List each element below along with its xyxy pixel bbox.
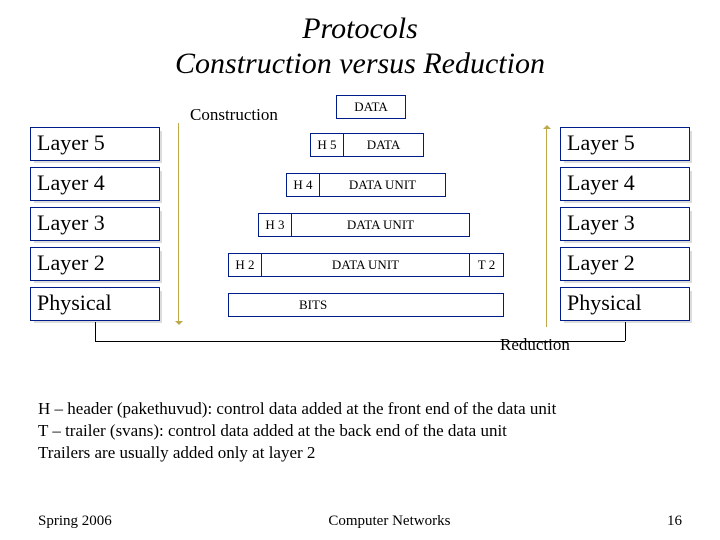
- pdu-h3: H 3: [258, 213, 292, 237]
- title-line2: Construction versus Reduction: [175, 47, 545, 80]
- footer-right: 16: [667, 513, 682, 530]
- left-layer-4: Layer 4: [30, 167, 160, 201]
- slide-footer: Spring 2006 Computer Networks 16: [0, 513, 720, 530]
- pdu-layer5: H 5 DATA: [310, 133, 424, 157]
- pdu-layer2: H 2 DATA UNIT T 2: [228, 253, 504, 277]
- notes-block: H – header (pakethuvud): control data ad…: [38, 398, 682, 463]
- pdu-data: DATA: [336, 95, 406, 119]
- right-layer-physical: Physical: [560, 287, 690, 321]
- pdu-physical: BITS: [228, 293, 504, 317]
- pdu-layer4: H 4 DATA UNIT: [286, 173, 446, 197]
- reduction-label: Reduction: [500, 335, 570, 355]
- left-layer-2: Layer 2: [30, 247, 160, 281]
- pdu-l2-body: DATA UNIT: [262, 253, 470, 277]
- left-layer-3: Layer 3: [30, 207, 160, 241]
- slide-title: Protocols Construction versus Reduction: [0, 0, 720, 81]
- pdu-h4: H 4: [286, 173, 320, 197]
- construction-label: Construction: [190, 105, 278, 125]
- encapsulation-diagram: Construction Layer 5 Layer 4 Layer 3 Lay…: [0, 91, 720, 371]
- pdu-l3-body: DATA UNIT: [292, 213, 470, 237]
- pdu-t2: T 2: [470, 253, 504, 277]
- wire-left-segment: [95, 322, 96, 341]
- reduction-arrow-icon: [546, 127, 547, 327]
- construction-arrow-icon: [178, 123, 179, 323]
- notes-line-1: H – header (pakethuvud): control data ad…: [38, 398, 682, 420]
- pdu-l5-body: DATA: [344, 133, 424, 157]
- footer-left: Spring 2006: [38, 513, 112, 530]
- right-layer-2: Layer 2: [560, 247, 690, 281]
- pdu-bits: BITS: [228, 293, 504, 317]
- pdu-l4-body: DATA UNIT: [320, 173, 446, 197]
- pdu-h5: H 5: [310, 133, 344, 157]
- right-layer-3: Layer 3: [560, 207, 690, 241]
- title-line1: Protocols: [302, 12, 418, 45]
- pdu-layer3: H 3 DATA UNIT: [258, 213, 470, 237]
- pdu-data-body: DATA: [336, 95, 406, 119]
- footer-center: Computer Networks: [328, 513, 450, 530]
- right-layer-5: Layer 5: [560, 127, 690, 161]
- pdu-h2: H 2: [228, 253, 262, 277]
- left-layer-physical: Physical: [30, 287, 160, 321]
- notes-line-3: Trailers are usually added only at layer…: [38, 442, 682, 464]
- left-layer-5: Layer 5: [30, 127, 160, 161]
- notes-line-2: T – trailer (svans): control data added …: [38, 420, 682, 442]
- right-layer-4: Layer 4: [560, 167, 690, 201]
- wire-right-segment: [625, 322, 626, 341]
